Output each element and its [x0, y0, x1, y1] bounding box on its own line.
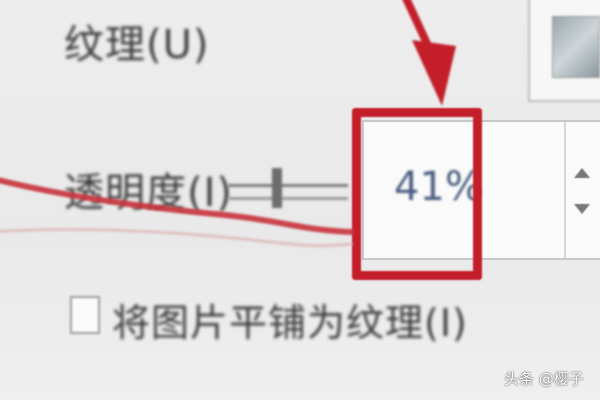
- tile-as-texture-checkbox[interactable]: [70, 296, 100, 334]
- watermark: 头条 @樱子: [504, 370, 584, 388]
- annotation-arrow-head-icon: [412, 40, 456, 106]
- spin-up-icon[interactable]: [574, 168, 590, 178]
- opacity-spinner[interactable]: [564, 122, 600, 258]
- annotation-arrow-shaft: [402, 0, 434, 54]
- texture-swatch-icon: [552, 16, 600, 78]
- opacity-label: 透明度(I): [64, 170, 234, 216]
- annotation-stroke-line-faint: [0, 228, 354, 248]
- opacity-slider[interactable]: [228, 184, 348, 200]
- spin-down-icon[interactable]: [574, 204, 590, 214]
- texture-label: 纹理(U): [64, 22, 210, 68]
- opacity-slider-thumb[interactable]: [272, 168, 282, 208]
- fill-settings-panel: 纹理(U) 透明度(I) 41% 将图片平铺为纹理(I) 头条 @樱子: [0, 0, 600, 400]
- tile-as-texture-label: 将图片平铺为纹理(I): [112, 301, 468, 345]
- texture-picker-button[interactable]: [528, 0, 600, 102]
- annotation-highlight-box: [352, 108, 482, 280]
